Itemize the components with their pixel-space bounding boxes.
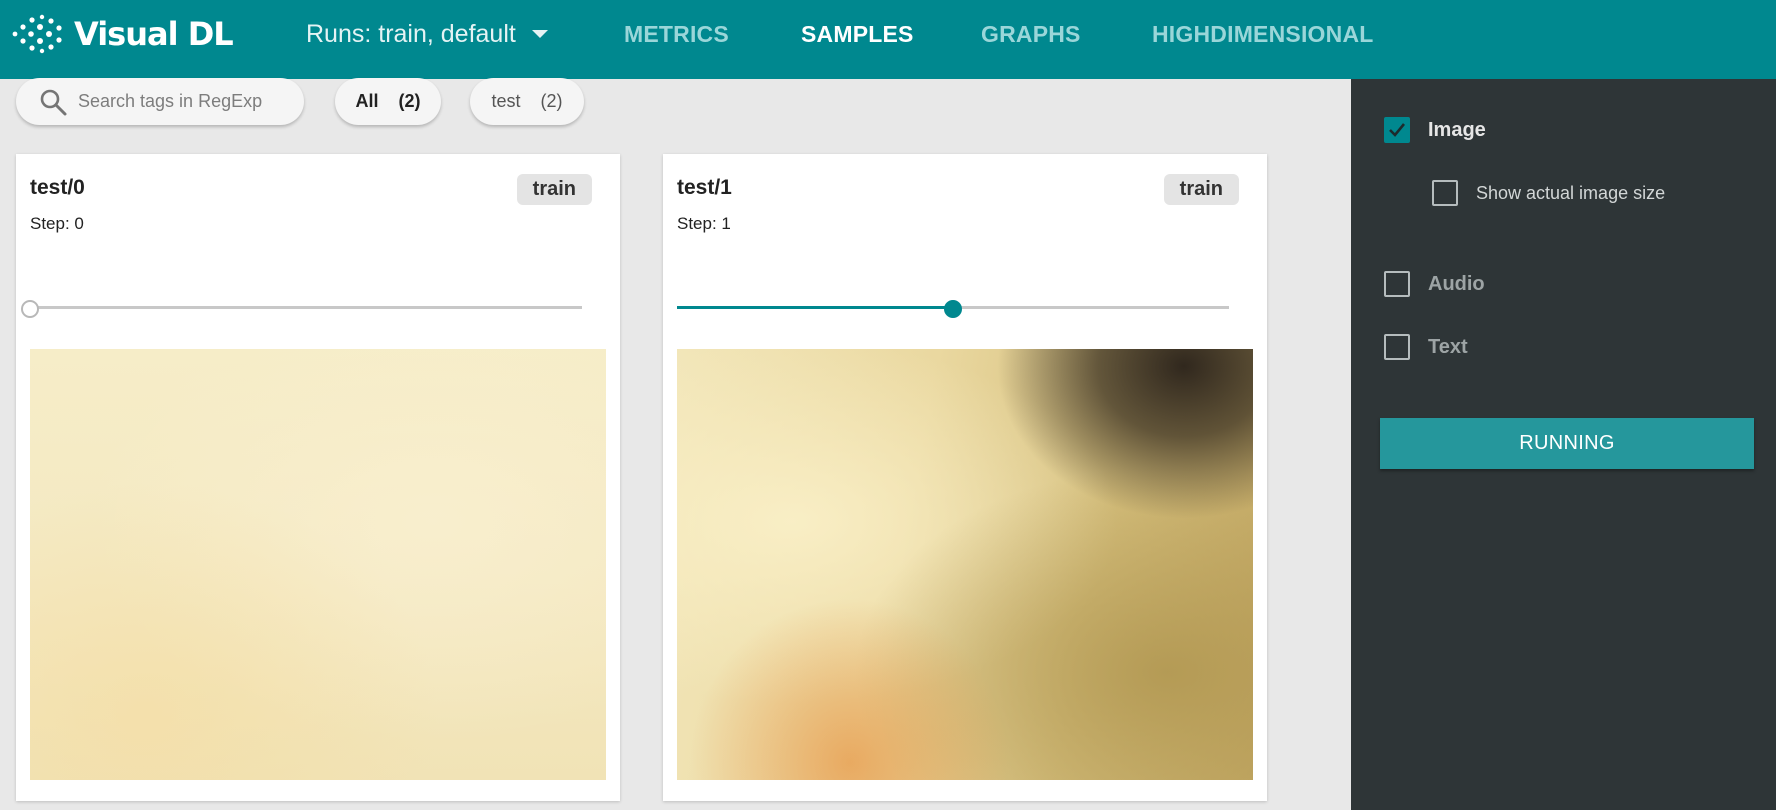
card-title: test/0 [30, 176, 85, 199]
step-label: Step: 0 [30, 214, 84, 233]
step-slider[interactable] [677, 300, 1229, 318]
run-badge: train [1163, 174, 1239, 205]
image-option[interactable]: Image [1384, 117, 1486, 143]
nav-samples[interactable]: SAMPLES [801, 17, 914, 51]
run-badge: train [516, 174, 592, 205]
nav-highdimensional[interactable]: HIGHDIMENSIONAL [1152, 17, 1374, 51]
runs-label: Runs: train, default [306, 19, 516, 48]
chip-label: test [491, 91, 521, 111]
slider-track [677, 306, 953, 309]
dot-grid-logo-icon [12, 14, 62, 54]
search-icon [40, 89, 67, 115]
show-actual-size-label: Show actual image size [1476, 182, 1666, 203]
show-actual-size-checkbox[interactable] [1432, 180, 1458, 206]
audio-option-label: Audio [1428, 272, 1485, 295]
slider-thumb[interactable] [21, 300, 39, 318]
audio-checkbox[interactable] [1384, 271, 1410, 297]
chip-count: (2) [540, 91, 563, 111]
sample-image [30, 349, 606, 780]
sample-card: test/0 train Step: 0 [16, 154, 620, 801]
top-nav-bar: Visual DL Runs: train, default METRICS S… [0, 0, 1776, 79]
text-option[interactable]: Text [1384, 334, 1468, 360]
search-box[interactable] [16, 78, 304, 125]
tag-chip-test[interactable]: test (2) [470, 78, 584, 125]
slider-thumb[interactable] [944, 300, 962, 318]
logo[interactable]: Visual DL [12, 14, 234, 54]
tag-chip-all[interactable]: All (2) [335, 78, 441, 125]
chip-count: (2) [398, 91, 421, 111]
running-button[interactable]: RUNNING [1380, 418, 1754, 469]
settings-sidebar: Image Show actual image size Audio Text … [1351, 79, 1776, 810]
logo-text: Visual DL [74, 15, 234, 53]
chevron-down-icon [531, 30, 548, 38]
check-icon [1389, 123, 1406, 137]
chip-label: All [355, 91, 379, 111]
text-checkbox[interactable] [1384, 334, 1410, 360]
runs-dropdown[interactable]: Runs: train, default [306, 17, 548, 51]
show-actual-size-option[interactable]: Show actual image size [1432, 180, 1665, 206]
slider-rail [30, 306, 582, 309]
step-label: Step: 1 [677, 214, 731, 233]
search-input[interactable] [78, 91, 288, 112]
nav-metrics[interactable]: METRICS [624, 17, 729, 51]
image-checkbox[interactable] [1384, 117, 1410, 143]
sample-image [677, 349, 1253, 780]
audio-option[interactable]: Audio [1384, 271, 1485, 297]
sample-card: test/1 train Step: 1 [663, 154, 1267, 801]
step-slider[interactable] [21, 300, 582, 318]
text-option-label: Text [1428, 335, 1468, 358]
card-title: test/1 [677, 176, 732, 199]
nav-graphs[interactable]: GRAPHS [981, 17, 1081, 51]
image-option-label: Image [1428, 118, 1486, 141]
